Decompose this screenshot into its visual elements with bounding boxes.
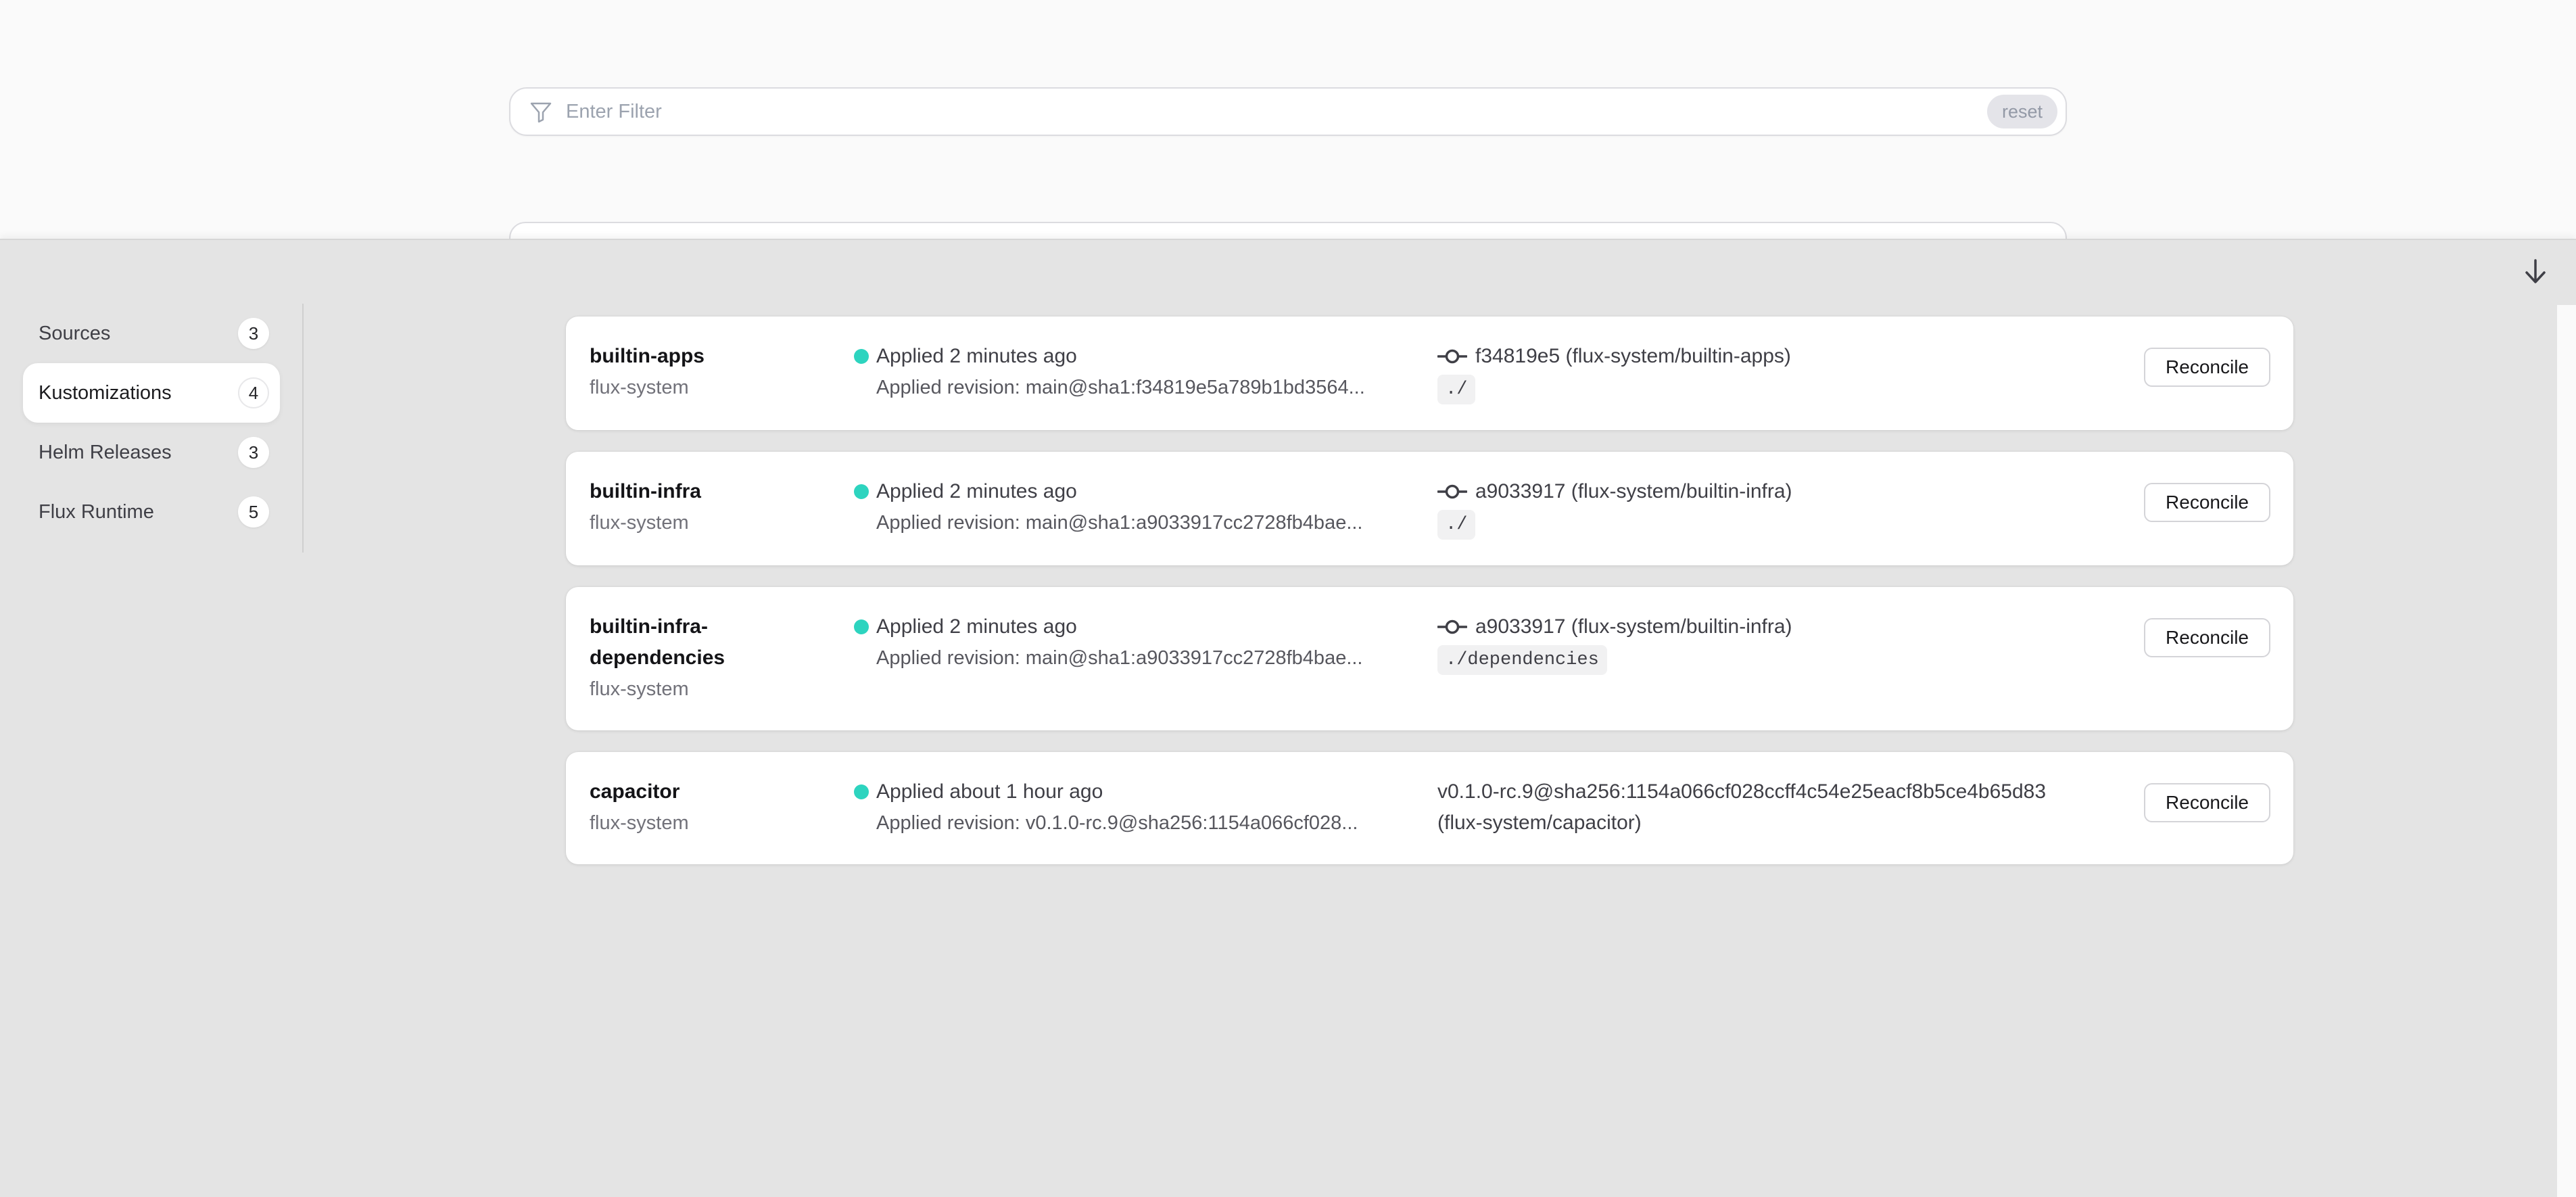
status-line: Applied 2 minutes ago [876,341,1437,372]
resources-panel: Sources 3 Kustomizations 4 Helm Releases… [0,239,2576,1197]
revision-ref-line2: (flux-system/capacitor) [1437,807,2117,839]
status-line: Applied 2 minutes ago [876,611,1437,642]
card-revision-column: a9033917 (flux-system/builtin-infra) ./d… [1437,611,2117,675]
status-text: Applied about 1 hour ago [876,780,1103,803]
revision-ref-text: v0.1.0-rc.9@sha256:1154a066cf028ccff4c54… [1437,776,2046,807]
arrow-down-icon[interactable] [2522,256,2549,289]
kustomization-card[interactable]: capacitor flux-system Applied about 1 ho… [566,752,2293,864]
revision-ref-text: a9033917 (flux-system/builtin-infra) [1475,476,1792,507]
sidebar-item-label: Sources [39,323,238,345]
sidebar-item-label: Kustomizations [39,382,238,404]
card-status-column: Applied about 1 hour ago Applied revisio… [854,776,1437,839]
sidebar-item-label: Helm Releases [39,442,238,464]
filter-input[interactable] [566,101,1987,123]
kustomization-name: builtin-apps [590,341,833,372]
sidebar-item-count-badge: 3 [238,437,269,468]
flux-ui-page: { "colors": { "status_dot": "#2dd4bf" },… [0,0,2576,1197]
revision-ref-text: f34819e5 (flux-system/builtin-apps) [1475,341,1791,372]
reset-filter-button[interactable]: reset [1987,95,2057,128]
card-revision-column: a9033917 (flux-system/builtin-infra) ./ [1437,476,2117,540]
kustomization-namespace: flux-system [590,372,833,403]
card-name-column: builtin-apps flux-system [590,341,833,403]
kustomization-name: builtin-infra-dependencies [590,611,833,674]
kustomization-path-chip: ./ [1437,510,1475,540]
status-text: Applied 2 minutes ago [876,480,1077,502]
card-name-column: capacitor flux-system [590,776,833,839]
sidebar-divider [302,304,304,553]
kustomization-card[interactable]: builtin-infra-dependencies flux-system A… [566,587,2293,730]
sidebar-item-kustomizations[interactable]: Kustomizations 4 [23,363,280,423]
reconcile-button[interactable]: Reconcile [2144,618,2270,657]
kustomization-card[interactable]: builtin-apps flux-system Applied 2 minut… [566,316,2293,430]
kustomization-list: builtin-apps flux-system Applied 2 minut… [566,316,2293,864]
git-commit-icon [1437,482,1467,501]
sidebar-item-helm-releases[interactable]: Helm Releases 3 [23,423,280,482]
applied-revision-text: Applied revision: v0.1.0-rc.9@sha256:115… [876,807,1437,839]
reconcile-button[interactable]: Reconcile [2144,783,2270,822]
applied-revision-text: Applied revision: main@sha1:f34819e5a789… [876,372,1437,403]
git-commit-icon [1437,617,1467,636]
sidebar-item-flux-runtime[interactable]: Flux Runtime 5 [23,482,280,542]
git-commit-icon [1437,347,1467,366]
reconcile-button[interactable]: Reconcile [2144,483,2270,522]
sidebar-item-count-badge: 5 [238,496,269,527]
card-status-column: Applied 2 minutes ago Applied revision: … [854,611,1437,674]
status-text: Applied 2 minutes ago [876,615,1077,638]
status-line: Applied about 1 hour ago [876,776,1437,807]
kustomization-namespace: flux-system [590,674,833,705]
revision-ref-line: a9033917 (flux-system/builtin-infra) [1437,611,2117,642]
panel-scrollbar-track[interactable] [2557,305,2576,1197]
status-line: Applied 2 minutes ago [876,476,1437,507]
status-ready-dot [854,619,869,634]
status-text: Applied 2 minutes ago [876,345,1077,367]
status-ready-dot [854,784,869,799]
revision-ref-line: a9033917 (flux-system/builtin-infra) [1437,476,2117,507]
card-name-column: builtin-infra-dependencies flux-system [590,611,833,705]
kustomization-name: capacitor [590,776,833,807]
filter-bar: reset [509,87,2067,136]
applied-revision-text: Applied revision: main@sha1:a9033917cc27… [876,507,1437,538]
revision-ref-line: v0.1.0-rc.9@sha256:1154a066cf028ccff4c54… [1437,776,2117,807]
sidebar-item-sources[interactable]: Sources 3 [23,304,280,363]
status-ready-dot [854,349,869,364]
kustomization-name: builtin-infra [590,476,833,507]
card-status-column: Applied 2 minutes ago Applied revision: … [854,476,1437,538]
reconcile-button[interactable]: Reconcile [2144,348,2270,387]
revision-ref-text: a9033917 (flux-system/builtin-infra) [1475,611,1792,642]
kustomization-namespace: flux-system [590,807,833,839]
card-revision-column: f34819e5 (flux-system/builtin-apps) ./ [1437,341,2117,404]
card-revision-column: v0.1.0-rc.9@sha256:1154a066cf028ccff4c54… [1437,776,2117,839]
sidebar-item-count-badge: 3 [238,318,269,349]
filter-funnel-icon [529,100,552,123]
kustomization-namespace: flux-system [590,507,833,538]
sidebar-item-count-badge: 4 [238,377,269,408]
applied-revision-text: Applied revision: main@sha1:a9033917cc27… [876,642,1437,674]
status-ready-dot [854,484,869,499]
kustomization-path-chip: ./ [1437,375,1475,404]
sidebar-item-label: Flux Runtime [39,501,238,523]
resource-type-sidebar: Sources 3 Kustomizations 4 Helm Releases… [23,304,280,542]
card-status-column: Applied 2 minutes ago Applied revision: … [854,341,1437,403]
kustomization-path-chip: ./dependencies [1437,645,1607,675]
kustomization-card[interactable]: builtin-infra flux-system Applied 2 minu… [566,452,2293,565]
revision-ref-line: f34819e5 (flux-system/builtin-apps) [1437,341,2117,372]
card-name-column: builtin-infra flux-system [590,476,833,538]
